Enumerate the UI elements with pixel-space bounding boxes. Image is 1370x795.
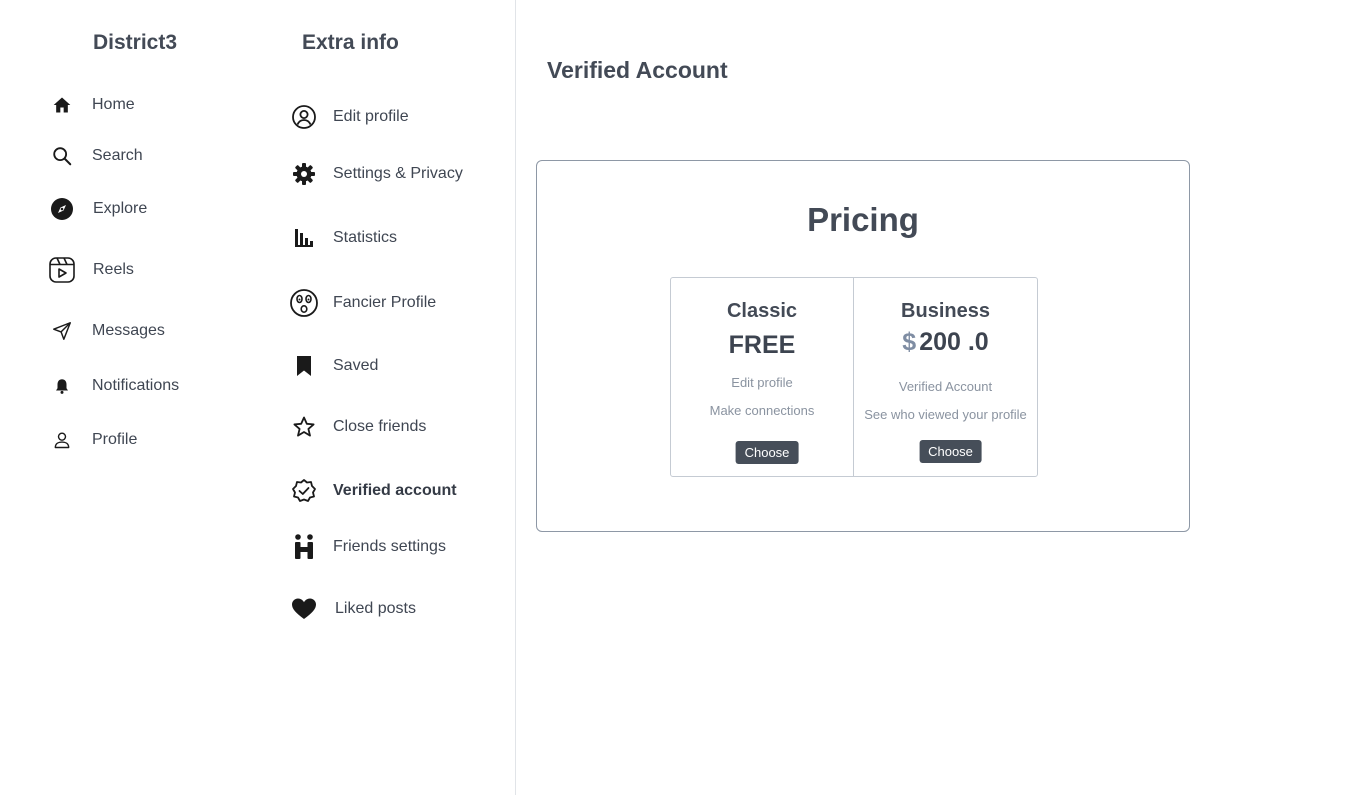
face-icon [288, 287, 320, 319]
plan-classic: Classic FREE Edit profile Make connectio… [671, 278, 854, 476]
extra-label-verified-account: Verified account [333, 482, 457, 499]
search-icon [48, 142, 76, 170]
nav-item-reels[interactable]: Reels [48, 255, 134, 285]
nav-label-notifications: Notifications [92, 377, 180, 394]
extra-label-fancier-profile: Fancier Profile [333, 294, 437, 311]
user-icon [48, 426, 76, 454]
extra-info-heading: Extra info [302, 31, 399, 54]
nav-item-messages[interactable]: Messages [48, 316, 165, 346]
plan-feature: See who viewed your profile [864, 407, 1027, 422]
plan-name: Classic [726, 300, 798, 322]
nav-label-explore: Explore [93, 200, 148, 217]
star-icon [288, 411, 320, 443]
currency-symbol: $ [902, 328, 917, 356]
nav-label-search: Search [92, 147, 143, 164]
plan-business: Business $200 .0 Verified Account See wh… [854, 278, 1037, 476]
extra-item-fancier-profile[interactable]: Fancier Profile [288, 286, 436, 320]
price-amount: 200 .0 [919, 328, 989, 356]
plan-price: $200 .0 [854, 328, 1037, 357]
extra-item-statistics[interactable]: Statistics [288, 221, 397, 255]
extra-label-friends-settings: Friends settings [333, 538, 446, 555]
bell-icon [48, 372, 76, 400]
brand-logo-text[interactable]: District3 [93, 31, 177, 55]
extra-item-verified-account[interactable]: Verified account [288, 474, 457, 508]
pricing-title: Pricing [807, 201, 919, 238]
friends-icon [288, 531, 320, 563]
nav-label-home: Home [92, 96, 135, 113]
plan-feature: Make connections [709, 403, 815, 418]
extra-item-close-friends[interactable]: Close friends [288, 410, 426, 444]
verified-badge-icon [288, 475, 320, 507]
extra-item-friends-settings[interactable]: Friends settings [288, 530, 446, 564]
nav-item-home[interactable]: Home [48, 90, 135, 120]
nav-label-reels: Reels [93, 261, 134, 278]
nav-label-messages: Messages [92, 322, 165, 339]
extra-label-liked-posts: Liked posts [335, 600, 416, 617]
heart-icon [288, 593, 320, 625]
nav-item-search[interactable]: Search [48, 141, 143, 171]
extra-item-liked-posts[interactable]: Liked posts [288, 592, 416, 626]
nav-item-notifications[interactable]: Notifications [48, 371, 179, 401]
choose-business-button[interactable]: Choose [919, 440, 982, 463]
home-icon [48, 91, 76, 119]
extra-label-edit-profile: Edit profile [333, 108, 409, 125]
extra-label-statistics: Statistics [333, 229, 398, 246]
pricing-plans: Classic FREE Edit profile Make connectio… [670, 277, 1038, 477]
send-icon [48, 317, 76, 345]
reels-icon [48, 256, 76, 284]
compass-icon [48, 195, 76, 223]
plan-price: FREE [728, 331, 796, 359]
extra-item-edit-profile[interactable]: Edit profile [288, 100, 409, 134]
nav-item-explore[interactable]: Explore [48, 194, 147, 224]
bookmark-icon [288, 350, 320, 382]
nav-item-profile[interactable]: Profile [48, 425, 137, 455]
bar-chart-icon [288, 222, 320, 254]
extra-label-close-friends: Close friends [333, 418, 427, 435]
extra-item-saved[interactable]: Saved [288, 349, 378, 383]
plan-feature: Edit profile [731, 375, 793, 390]
plan-name: Business [901, 300, 990, 322]
user-circle-icon [288, 101, 320, 133]
pricing-card: Pricing Classic FREE Edit profile Make c… [536, 160, 1190, 532]
extra-label-settings-privacy: Settings & Privacy [333, 165, 463, 182]
extra-item-settings-privacy[interactable]: Settings & Privacy [288, 157, 463, 191]
choose-classic-button[interactable]: Choose [735, 441, 799, 464]
extra-label-saved: Saved [333, 357, 379, 374]
page-title: Verified Account [547, 57, 728, 83]
column-divider [515, 0, 516, 795]
nav-label-profile: Profile [92, 431, 138, 448]
gear-icon [288, 158, 320, 190]
plan-feature: Verified Account [898, 379, 993, 394]
